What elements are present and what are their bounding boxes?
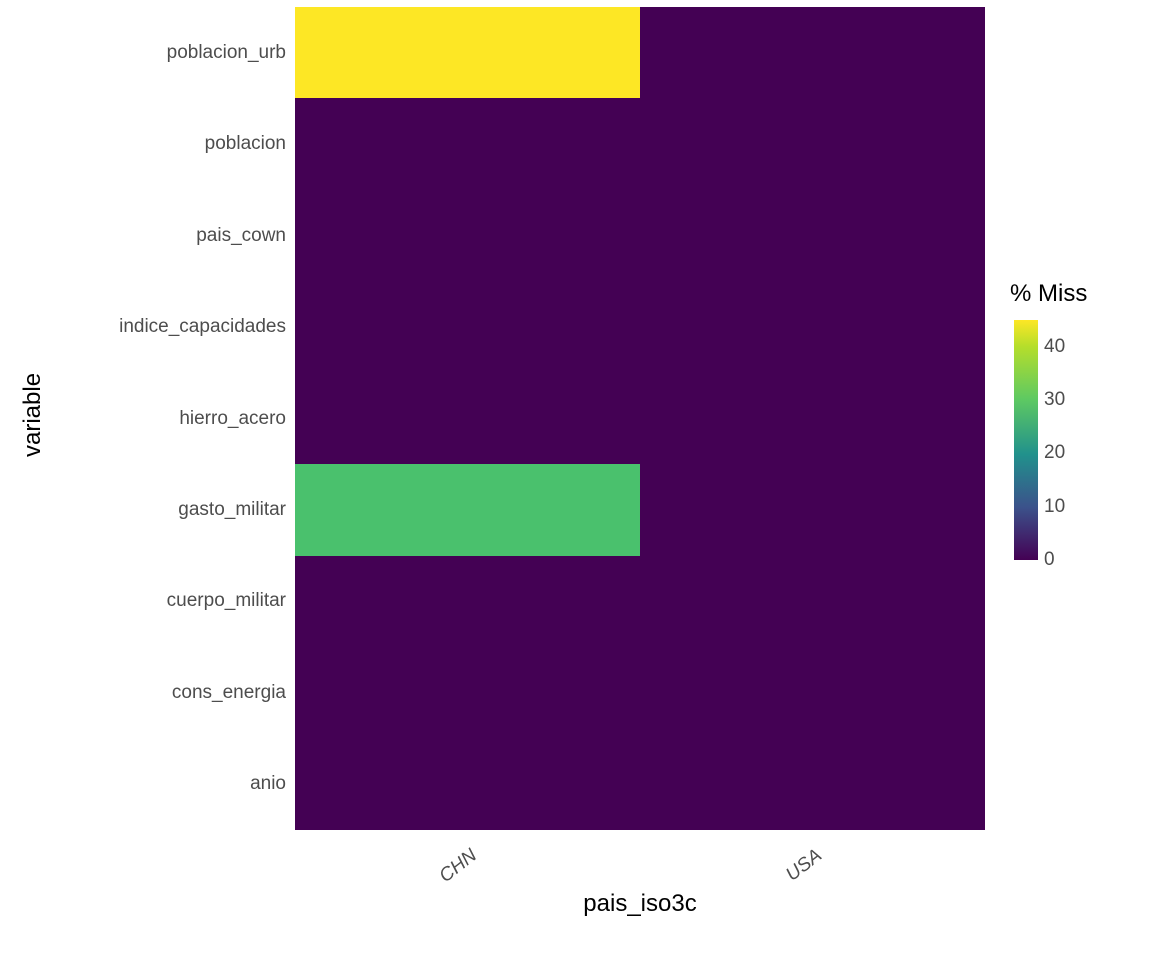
heatmap-cell: [640, 556, 985, 647]
y-tick-label: cons_energia: [172, 682, 286, 704]
x-axis-title: pais_iso3c: [295, 890, 985, 918]
heatmap-cell: [640, 739, 985, 830]
heatmap-cell: [640, 7, 985, 98]
legend-colorbar: 010203040: [1014, 320, 1038, 560]
x-tick-label: USA: [773, 845, 826, 893]
y-tick-label: cuerpo_militar: [167, 590, 286, 612]
legend-tick-label: 30: [1044, 389, 1065, 411]
legend-tick-label: 0: [1044, 549, 1055, 571]
y-tick-label: hierro_acero: [179, 408, 286, 430]
legend-tick-label: 10: [1044, 496, 1065, 518]
legend-tick-mark: [1038, 507, 1042, 508]
heatmap-cell: [640, 373, 985, 464]
heatmap-cell: [295, 464, 640, 555]
y-tick-label: pais_cown: [196, 225, 286, 247]
x-tick-label: CHN: [428, 845, 481, 893]
plot-area: [295, 7, 985, 830]
heatmap-cell: [295, 556, 640, 647]
heatmap-cell: [640, 647, 985, 738]
legend: % Miss 010203040: [1010, 280, 1140, 560]
legend-tick-label: 20: [1044, 442, 1065, 464]
y-tick-label: poblacion_urb: [167, 42, 286, 64]
heatmap-cell: [295, 739, 640, 830]
heatmap-cell: [640, 190, 985, 281]
heatmap-cell: [295, 373, 640, 464]
legend-tick-mark: [1038, 453, 1042, 454]
legend-title: % Miss: [1010, 280, 1140, 308]
y-tick-label: indice_capacidades: [119, 316, 286, 338]
heatmap-cell: [640, 281, 985, 372]
y-tick-label: gasto_militar: [178, 499, 286, 521]
heatmap-cell: [295, 647, 640, 738]
heatmap-cell: [640, 98, 985, 189]
legend-tick-label: 40: [1044, 336, 1065, 358]
heatmap-cell: [295, 281, 640, 372]
legend-tick-mark: [1038, 400, 1042, 401]
heatmap-cell: [295, 190, 640, 281]
legend-tick-mark: [1038, 560, 1042, 561]
legend-tick-mark: [1038, 347, 1042, 348]
y-tick-label: poblacion: [205, 133, 286, 155]
heatmap-chart: variable poblacion_urb poblacion pais_cown…: [0, 0, 1152, 960]
heatmap-cell: [640, 464, 985, 555]
heatmap-cell: [295, 7, 640, 98]
y-axis-title: variable: [18, 0, 48, 830]
heatmap-cell: [295, 98, 640, 189]
y-tick-label: anio: [250, 773, 286, 795]
